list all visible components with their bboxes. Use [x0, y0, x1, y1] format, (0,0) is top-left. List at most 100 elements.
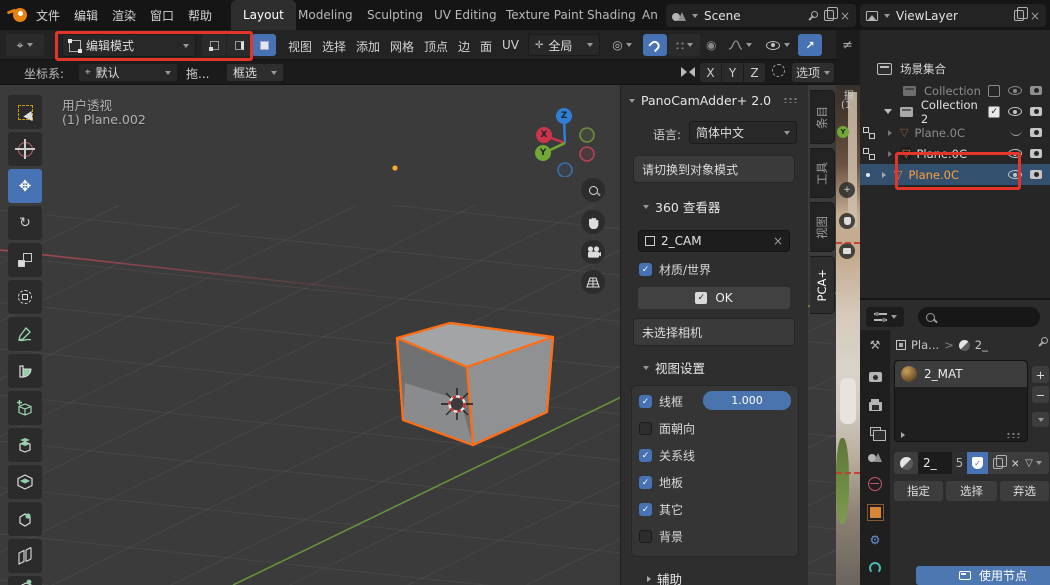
hide-eye-icon[interactable] [1008, 107, 1022, 116]
workspace-tab-animation[interactable]: An [638, 0, 662, 30]
relationship-lines-checkbox[interactable]: ✓ [639, 449, 652, 462]
menu-face[interactable]: 面 [480, 38, 492, 55]
hidden-eye-icon[interactable] [1010, 130, 1022, 136]
camera-preview-viewport[interactable]: ≠ 摄 (1 Y + [836, 30, 860, 585]
snap-dashed-circle-icon[interactable] [772, 64, 785, 77]
side-tab-item[interactable]: 条目 [810, 90, 835, 144]
workspace-tab-modeling[interactable]: Modeling [286, 0, 365, 30]
active-tool-button[interactable]: ⌖ [6, 34, 44, 56]
snap-settings-dropdown[interactable] [668, 34, 700, 56]
mode-dropdown[interactable]: 编辑模式 [62, 34, 196, 57]
expand-icon[interactable] [888, 151, 892, 157]
ok-button[interactable]: ✓ OK [638, 287, 790, 309]
outliner-row-scene-collection[interactable]: 场景集合 [860, 58, 1050, 79]
face-orientation-checkbox[interactable] [639, 422, 652, 435]
menu-edit[interactable]: 编辑 [68, 0, 104, 30]
proportional-falloff-dropdown[interactable] [722, 34, 758, 56]
disable-render-camera-icon[interactable] [1030, 128, 1042, 137]
floor-checkbox[interactable]: ✓ [639, 476, 652, 489]
strip-gizmo-y-ball[interactable]: Y [837, 126, 849, 138]
panel-collapse-icon[interactable] [629, 99, 635, 103]
options-dropdown[interactable]: 选项 [792, 63, 834, 82]
menu-view[interactable]: 视图 [288, 38, 312, 55]
tab-tool[interactable]: ⚒ [866, 336, 884, 354]
assist-collapse-icon[interactable] [647, 576, 651, 582]
copy-icon[interactable] [1014, 10, 1024, 21]
close-icon[interactable]: × [840, 10, 850, 22]
tool-scale[interactable] [8, 243, 42, 277]
tool-inset[interactable] [8, 465, 42, 499]
node-tree-dropdown[interactable]: ▽ [1018, 452, 1049, 474]
viewlayer-selector[interactable]: ViewLayer × [860, 4, 1046, 27]
workspace-tab-shading[interactable]: Shading [575, 0, 648, 30]
tab-modifiers[interactable]: ⚙ [866, 531, 884, 549]
hide-eye-icon[interactable] [1008, 149, 1022, 158]
expand-icon[interactable] [882, 172, 886, 178]
menu-mesh[interactable]: 网格 [390, 38, 414, 55]
menu-add[interactable]: 添加 [356, 38, 380, 55]
tool-rotate[interactable]: ↻ [8, 206, 42, 240]
collection-exclude-checkbox[interactable] [988, 85, 1000, 97]
material-name-field[interactable]: 2_ [918, 452, 952, 474]
tab-physics[interactable] [866, 559, 884, 577]
ortho-grid-button[interactable] [581, 270, 605, 294]
wireframe-value-slider[interactable]: 1.000 [703, 391, 791, 410]
gizmo-toggle-button[interactable]: ↗ [798, 34, 822, 56]
not-equal-icon[interactable]: ≠ [842, 38, 853, 53]
drag-label[interactable]: 拖... [186, 65, 209, 82]
zoom-view-button[interactable] [581, 178, 605, 202]
tab-output[interactable] [866, 396, 884, 414]
strip-camera-button[interactable] [839, 243, 855, 259]
remove-slot-button[interactable]: − [1032, 386, 1049, 403]
disable-render-camera-icon[interactable] [1030, 149, 1042, 158]
gizmo-x-ball[interactable]: X [536, 127, 552, 143]
mirror-x-button[interactable]: X [700, 63, 721, 82]
outliner-row-plane-2[interactable]: ▽ Plane.0C [860, 143, 1050, 164]
language-dropdown[interactable]: 简体中文 [689, 121, 797, 144]
tool-annotate[interactable] [8, 317, 42, 351]
tool-knife[interactable] [8, 576, 42, 585]
strip-zoom-button[interactable]: + [839, 182, 855, 198]
main-3d-viewport[interactable]: 用户透视 (1) Plane.002 Z X Y [0, 85, 836, 585]
outliner-row-plane-1[interactable]: ▽ Plane.0C [860, 122, 1050, 143]
edge-select-button[interactable] [227, 34, 251, 56]
close-icon[interactable]: × [1030, 10, 1040, 22]
viewer-collapse-icon[interactable] [643, 205, 649, 209]
camera-name-field[interactable]: 2_CAM × [638, 230, 790, 252]
scene-selector[interactable]: Scene × [666, 4, 856, 27]
menu-window[interactable]: 窗口 [144, 0, 180, 30]
side-tab-pca[interactable]: PCA+ [810, 256, 835, 314]
add-slot-button[interactable]: + [1032, 366, 1049, 383]
pivot-point-dropdown[interactable]: ◎ [605, 34, 639, 56]
pin-icon[interactable] [806, 10, 818, 22]
deselect-button[interactable]: 弃选 [1000, 481, 1049, 501]
material-slot-row[interactable]: 2_MAT [895, 361, 1027, 387]
breadcrumb-object[interactable]: Pla... [911, 338, 939, 352]
tool-transform[interactable] [8, 280, 42, 314]
disable-render-camera-icon[interactable] [1030, 86, 1042, 95]
tab-scene[interactable] [866, 448, 884, 466]
fake-user-shield-button[interactable]: ✓ [967, 452, 988, 474]
tool-add-cube[interactable] [8, 391, 42, 425]
vertex-select-button[interactable] [202, 34, 226, 56]
view-settings-collapse-icon[interactable] [643, 366, 649, 370]
tab-render[interactable] [866, 368, 884, 386]
slot-grip[interactable] [1006, 432, 1021, 438]
slot-menu-button[interactable] [1032, 412, 1049, 427]
assign-button[interactable]: 指定 [894, 481, 943, 501]
mirror-y-button[interactable]: Y [722, 63, 743, 82]
show-gizmo-dropdown[interactable] [760, 34, 796, 56]
menu-help[interactable]: 帮助 [182, 0, 218, 30]
tool-measure[interactable] [8, 354, 42, 388]
proportional-edit-button[interactable]: ◉ [706, 38, 716, 52]
tool-select-box[interactable] [8, 95, 42, 129]
collection-include-checkbox[interactable]: ✓ [988, 106, 1000, 118]
mirror-z-button[interactable]: Z [744, 63, 765, 82]
tool-bevel[interactable] [8, 502, 42, 536]
menu-select[interactable]: 选择 [322, 38, 346, 55]
tab-world[interactable] [866, 475, 884, 493]
material-users-count[interactable]: 5 [952, 452, 967, 474]
panel-grip[interactable] [783, 97, 798, 103]
outliner-row-plane-3-selected[interactable]: ▽ Plane.0C [860, 164, 1050, 185]
properties-search-input[interactable] [918, 307, 1040, 327]
